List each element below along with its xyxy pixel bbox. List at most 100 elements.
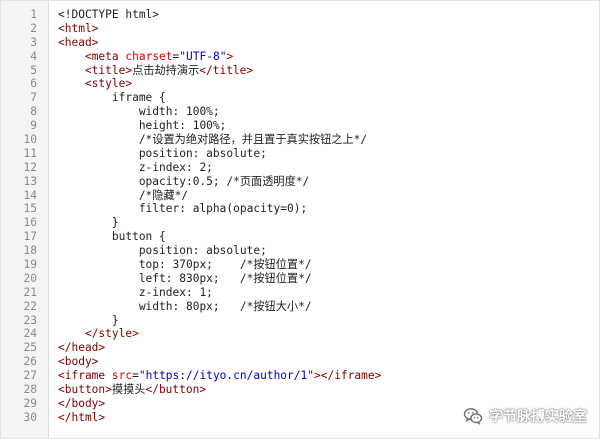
watermark: 字节脉搏实验室	[463, 404, 587, 428]
line-number: 26	[23, 355, 37, 369]
code-token: 摸摸头	[111, 383, 146, 397]
code-token: <meta	[84, 49, 126, 63]
code-line: 22 width: 80px; /*按钮大小*/	[1, 300, 599, 314]
line-number: 14	[23, 188, 37, 202]
line-number: 27	[23, 369, 37, 383]
code-line: 12 z-index: 2;	[1, 161, 599, 175]
code-token: </button>	[145, 383, 207, 397]
line-number: 19	[23, 258, 37, 272]
code-token: 点击劫持演示	[132, 63, 200, 77]
code-token: >	[226, 49, 234, 63]
line-number: 3	[30, 35, 37, 49]
code-line: 10 /*设置为绝对路径，并且置于真实按钮之上*/	[1, 133, 599, 147]
code-token: /*隐藏*/	[58, 188, 189, 202]
line-number: 6	[30, 77, 37, 91]
line-number: 30	[23, 410, 37, 424]
code-line: 3 <head>	[1, 36, 599, 50]
code-token: <style>	[84, 77, 133, 91]
code-token: <head>	[58, 35, 99, 49]
code-token: /*设置为绝对路径，并且置于真实按钮之上*/	[58, 133, 368, 147]
code-token: <html>	[58, 21, 99, 35]
code-line: 17 button {	[1, 230, 599, 244]
line-number: 24	[23, 327, 37, 341]
code-text: </html>	[58, 411, 105, 425]
code-text: position: absolute;	[58, 147, 267, 161]
code-token: width: 100%;	[58, 105, 220, 119]
code-text: width: 80px; /*按钮大小*/	[58, 300, 312, 314]
code-token: </title>	[199, 63, 254, 77]
code-text: <button>摸摸头</button>	[58, 383, 206, 397]
code-text: </body>	[58, 397, 105, 411]
code-text: left: 830px; /*按钮位置*/	[58, 272, 312, 286]
code-token: src	[111, 369, 133, 383]
code-token: z-index: 2;	[58, 160, 213, 174]
line-number: 17	[23, 230, 37, 244]
code-line: 19 top: 370px; /*按钮位置*/	[1, 258, 599, 272]
line-number: 20	[23, 271, 37, 285]
line-number: 16	[23, 216, 37, 230]
code-line: 7 iframe {	[1, 91, 599, 105]
code-text: <iframe src="https://ityo.cn/author/1"><…	[58, 369, 381, 383]
line-number: 8	[30, 105, 37, 119]
code-text: button {	[58, 230, 166, 244]
code-line: 13 opacity:0.5; /*页面透明度*/	[1, 175, 599, 189]
code-token: left: 830px; /*按钮位置*/	[58, 271, 312, 285]
code-text: /*设置为绝对路径，并且置于真实按钮之上*/	[58, 133, 367, 147]
line-number: 29	[23, 396, 37, 410]
line-number: 13	[23, 174, 37, 188]
code-token: <button>	[58, 383, 112, 397]
code-token: charset	[125, 49, 173, 63]
line-number: 4	[30, 49, 37, 63]
code-token: width: 80px; /*按钮大小*/	[58, 299, 312, 313]
code-token: </body>	[58, 396, 106, 410]
line-number: 7	[30, 91, 37, 105]
code-text: <title>点击劫持演示</title>	[58, 64, 253, 78]
code-line: 11 position: absolute;	[1, 147, 599, 161]
code-text: z-index: 1;	[58, 286, 213, 300]
code-line: 16 }	[1, 216, 599, 230]
code-text: }	[58, 314, 119, 328]
code-line: 23 }	[1, 314, 599, 328]
code-token: opacity:0.5; /*页面透明度*/	[58, 174, 310, 188]
line-number: 18	[23, 244, 37, 258]
line-number: 28	[23, 383, 37, 397]
code-line: 1 <!DOCTYPE html>	[1, 8, 599, 22]
code-token: z-index: 1;	[58, 285, 213, 299]
code-token: </style>	[84, 327, 139, 341]
code-line: 9 height: 100%;	[1, 119, 599, 133]
code-line: 4 <meta charset="UTF-8">	[1, 50, 599, 64]
code-text: </head>	[58, 341, 105, 355]
code-text: iframe {	[58, 91, 166, 105]
line-number: 10	[23, 133, 37, 147]
code-line: 20 left: 830px; /*按钮位置*/	[1, 272, 599, 286]
code-token: height: 100%;	[58, 119, 227, 133]
code-text: <body>	[58, 355, 98, 369]
code-text: filter: alpha(opacity=0);	[58, 202, 307, 216]
line-number: 1	[30, 8, 37, 21]
code-text: top: 370px; /*按钮位置*/	[58, 258, 312, 272]
line-number: 25	[23, 341, 37, 355]
code-token: <!DOCTYPE html>	[58, 8, 160, 21]
code-text: z-index: 2;	[58, 161, 213, 175]
line-number: 22	[23, 299, 37, 313]
code-token: iframe {	[58, 91, 166, 105]
code-token: <iframe	[58, 369, 112, 383]
code-text: }	[58, 216, 119, 230]
wechat-icon	[463, 408, 483, 425]
code-lines: 1 <!DOCTYPE html> 2 <html> 3 <head> 4 <meta ch…	[1, 8, 599, 425]
code-token: </html>	[58, 410, 106, 424]
code-text: position: absolute;	[58, 244, 267, 258]
code-line: 25 </head>	[1, 341, 599, 355]
code-line: 2 <html>	[1, 22, 599, 36]
code-line: 21 z-index: 1;	[1, 286, 599, 300]
code-line: 5 <title>点击劫持演示</title>	[1, 64, 599, 78]
code-token: filter: alpha(opacity=0);	[58, 202, 308, 216]
code-token: <title>	[84, 63, 133, 77]
code-line: 28 <button>摸摸头</button>	[1, 383, 599, 397]
code-line: 8 width: 100%;	[1, 105, 599, 119]
line-number: 5	[30, 63, 37, 77]
line-number: 15	[23, 202, 37, 216]
